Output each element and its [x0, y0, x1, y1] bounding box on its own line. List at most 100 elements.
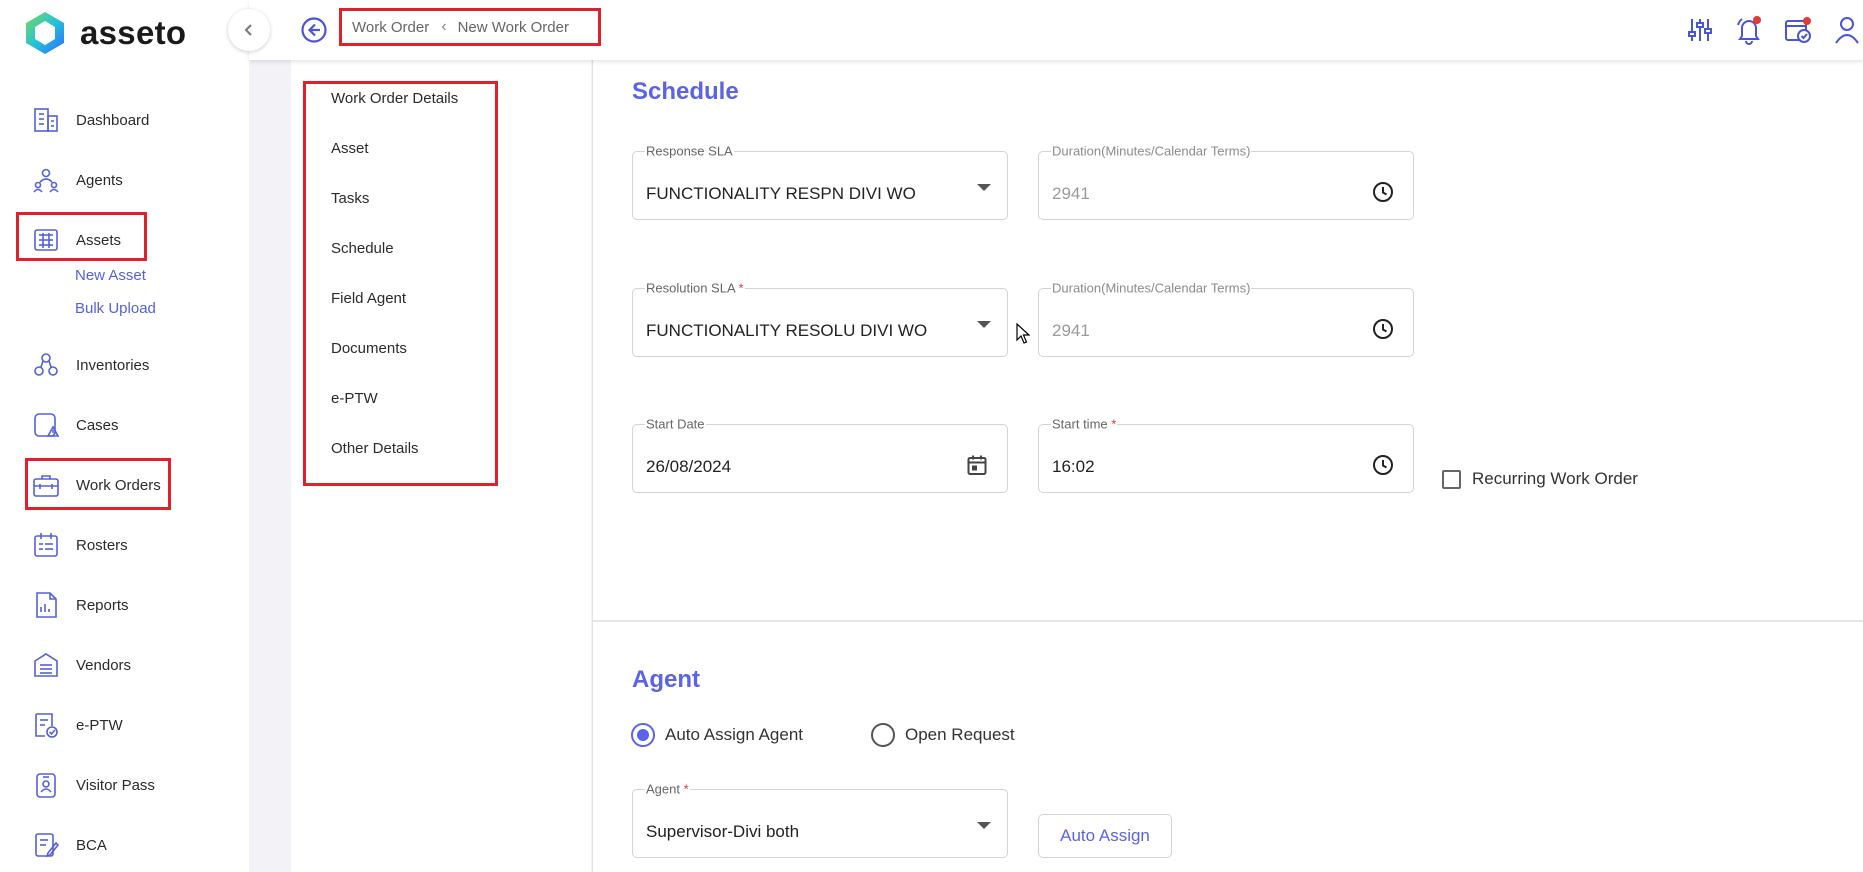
- vendors-icon: [28, 647, 64, 683]
- start-date-value: 26/08/2024: [646, 457, 732, 476]
- agent-label-text: Agent: [646, 781, 680, 797]
- chevron-left-icon: ‹: [441, 18, 447, 35]
- start-time-field[interactable]: Start time * 16:02: [1038, 416, 1414, 493]
- notification-bell-icon[interactable]: [1733, 14, 1765, 46]
- sidebar-item-vendors[interactable]: Vendors: [28, 645, 131, 685]
- breadcrumb-item-work-order[interactable]: Work Order: [352, 19, 429, 36]
- chevron-left-icon: [244, 24, 252, 36]
- sidebar-item-label: Inventories: [76, 356, 150, 374]
- sidebar-item-label: Agents: [76, 171, 123, 189]
- start-time-label: Start time *: [1051, 416, 1118, 432]
- dropdown-caret-icon: [977, 321, 991, 328]
- sidebar-item-label: Assets: [76, 231, 122, 249]
- collapse-sidebar-button[interactable]: [228, 9, 270, 51]
- section-link-eptw[interactable]: e-PTW: [331, 390, 378, 407]
- mouse-pointer-icon: [1016, 323, 1030, 344]
- agent-value: Supervisor-Divi both: [646, 822, 800, 841]
- visitor-pass-icon: [28, 767, 64, 803]
- auto-assign-agent-radio[interactable]: Auto Assign Agent: [631, 723, 803, 747]
- sidebar-item-rosters[interactable]: Rosters: [28, 525, 128, 565]
- section-link-work-order-details[interactable]: Work Order Details: [331, 90, 458, 107]
- open-request-label: Open Request: [905, 725, 1015, 744]
- sidebar-item-label: Reports: [76, 596, 129, 614]
- open-request-radio[interactable]: Open Request: [871, 723, 1015, 747]
- dashboard-icon: [28, 102, 64, 138]
- agents-icon: [28, 162, 64, 198]
- recurring-work-order-checkbox[interactable]: Recurring Work Order: [1442, 469, 1638, 489]
- calendar-icon[interactable]: [965, 453, 989, 477]
- sidebar-item-reports[interactable]: Reports: [28, 585, 129, 625]
- work-orders-icon: [28, 467, 64, 503]
- clock-icon: [1373, 319, 1393, 339]
- response-sla-label: Response SLA: [645, 143, 734, 159]
- section-link-field-agent[interactable]: Field Agent: [331, 290, 406, 307]
- resolution-sla-label-text: Resolution SLA: [646, 280, 735, 296]
- eptw-icon: [28, 707, 64, 743]
- sidebar-item-assets[interactable]: Assets: [28, 220, 121, 260]
- brand[interactable]: asseto: [22, 8, 186, 58]
- sidebar-item-dashboard[interactable]: Dashboard: [28, 100, 149, 140]
- sidebar-item-agents[interactable]: Agents: [28, 160, 123, 200]
- radio-selected[interactable]: [631, 723, 655, 747]
- section-link-documents[interactable]: Documents: [331, 340, 407, 357]
- sidebar-subitem-bulk-upload[interactable]: Bulk Upload: [75, 300, 156, 317]
- sidebar-subitem-new-asset[interactable]: New Asset: [75, 267, 146, 284]
- notification-dot: [1753, 16, 1761, 24]
- task-calendar-icon[interactable]: [1782, 14, 1814, 46]
- sidebar-item-work-orders[interactable]: Work Orders: [28, 465, 161, 505]
- asseto-logo-icon: [26, 12, 64, 54]
- breadcrumb: Work Order ‹ New Work Order: [339, 8, 601, 46]
- resolution-sla-select[interactable]: Resolution SLA * FUNCTIONALITY RESOLU DI…: [632, 280, 1008, 357]
- clock-icon[interactable]: [1371, 453, 1395, 477]
- sidebar-item-visitor-pass[interactable]: Visitor Pass: [28, 765, 155, 805]
- form-section-nav: Work Order Details Asset Tasks Schedule …: [291, 60, 591, 872]
- response-sla-select[interactable]: Response SLA FUNCTIONALITY RESPN DIVI WO: [632, 143, 1008, 220]
- sidebar-item-cases[interactable]: Cases: [28, 405, 119, 445]
- assets-icon: [28, 222, 64, 258]
- auto-assign-button[interactable]: Auto Assign: [1038, 814, 1172, 858]
- brand-name: asseto: [80, 14, 187, 51]
- sidebar-item-eptw[interactable]: e-PTW: [28, 705, 123, 745]
- required-asterisk: *: [738, 280, 744, 296]
- resolution-sla-label: Resolution SLA *: [645, 280, 745, 296]
- response-duration-field: Duration(Minutes/Calendar Terms) 2941: [1038, 143, 1414, 220]
- required-asterisk: *: [683, 781, 689, 797]
- bca-icon: [28, 827, 64, 863]
- inventories-icon: [28, 347, 64, 383]
- agent-section-title: Agent: [632, 666, 700, 693]
- clock-icon: [1373, 182, 1393, 202]
- sidebar-item-label: Dashboard: [76, 111, 150, 129]
- start-time-label-text: Start time: [1052, 416, 1108, 432]
- agent-select[interactable]: Agent * Supervisor-Divi both: [632, 781, 1008, 858]
- section-link-schedule[interactable]: Schedule: [331, 240, 394, 257]
- start-date-field[interactable]: Start Date 26/08/2024: [632, 416, 1008, 493]
- resolution-sla-value: FUNCTIONALITY RESOLU DIVI WO: [646, 321, 928, 340]
- task-notification-dot: [1803, 17, 1811, 25]
- sidebar-item-label: Cases: [76, 416, 119, 434]
- back-arrow-icon[interactable]: [300, 16, 328, 44]
- filter-settings-icon[interactable]: [1684, 14, 1716, 46]
- reports-icon: [28, 587, 64, 623]
- radio-unselected[interactable]: [871, 723, 895, 747]
- checkbox-box[interactable]: [1442, 469, 1461, 489]
- section-link-tasks[interactable]: Tasks: [331, 190, 369, 207]
- sidebar: asseto Dashboard Agents Assets New Asset…: [0, 0, 249, 872]
- start-date-label: Start Date: [645, 416, 706, 432]
- schedule-section-title: Schedule: [632, 78, 739, 105]
- agent-label: Agent *: [645, 781, 690, 797]
- section-link-other-details[interactable]: Other Details: [331, 440, 419, 457]
- resolution-duration-value: 2941: [1052, 321, 1090, 340]
- response-duration-value: 2941: [1052, 184, 1090, 203]
- rosters-icon: [28, 527, 64, 563]
- sidebar-item-inventories[interactable]: Inventories: [28, 345, 149, 385]
- section-divider: [593, 620, 1863, 622]
- recurring-work-order-label: Recurring Work Order: [1472, 469, 1638, 488]
- sidebar-item-label: e-PTW: [76, 716, 123, 734]
- user-profile-icon[interactable]: [1831, 14, 1863, 46]
- required-asterisk: *: [1111, 416, 1117, 432]
- resolution-duration-field: Duration(Minutes/Calendar Terms) 2941: [1038, 280, 1414, 357]
- section-link-asset[interactable]: Asset: [331, 140, 369, 157]
- sidebar-item-label: BCA: [76, 836, 107, 854]
- sidebar-item-label: Rosters: [76, 536, 128, 554]
- sidebar-item-bca[interactable]: BCA: [28, 825, 107, 865]
